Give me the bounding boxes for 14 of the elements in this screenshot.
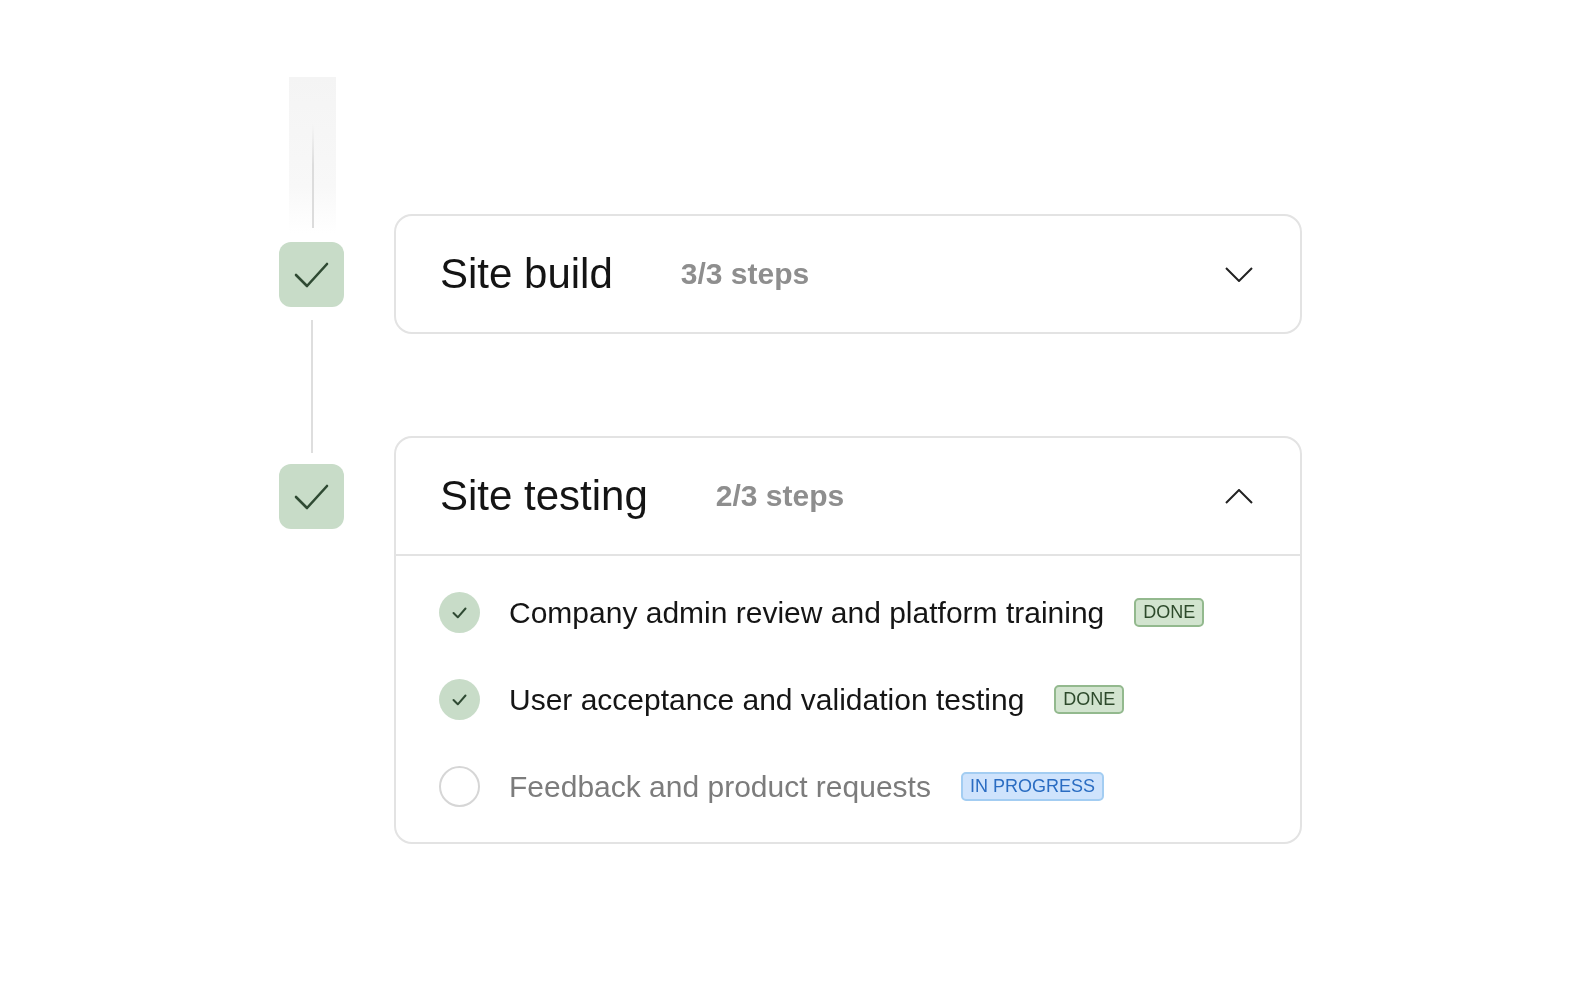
check-circle-icon[interactable] bbox=[439, 592, 480, 633]
step-count: 2/3 steps bbox=[715, 479, 845, 513]
step-label: Feedback and product requests bbox=[509, 769, 931, 804]
stage-title: Site build bbox=[440, 250, 613, 298]
step-count: 3/3 steps bbox=[680, 257, 810, 291]
check-circle-icon[interactable] bbox=[439, 679, 480, 720]
status-badge: DONE bbox=[1134, 598, 1205, 627]
chevron-up-icon[interactable] bbox=[1225, 488, 1253, 504]
status-badge: DONE bbox=[1054, 685, 1125, 714]
step-label: User acceptance and validation testing bbox=[509, 682, 1025, 717]
status-badge: IN PROGRESS bbox=[960, 772, 1104, 801]
chevron-down-icon[interactable] bbox=[1225, 266, 1253, 282]
step-label: Company admin review and platform training bbox=[509, 595, 1105, 630]
stage-title: Site testing bbox=[440, 472, 648, 520]
